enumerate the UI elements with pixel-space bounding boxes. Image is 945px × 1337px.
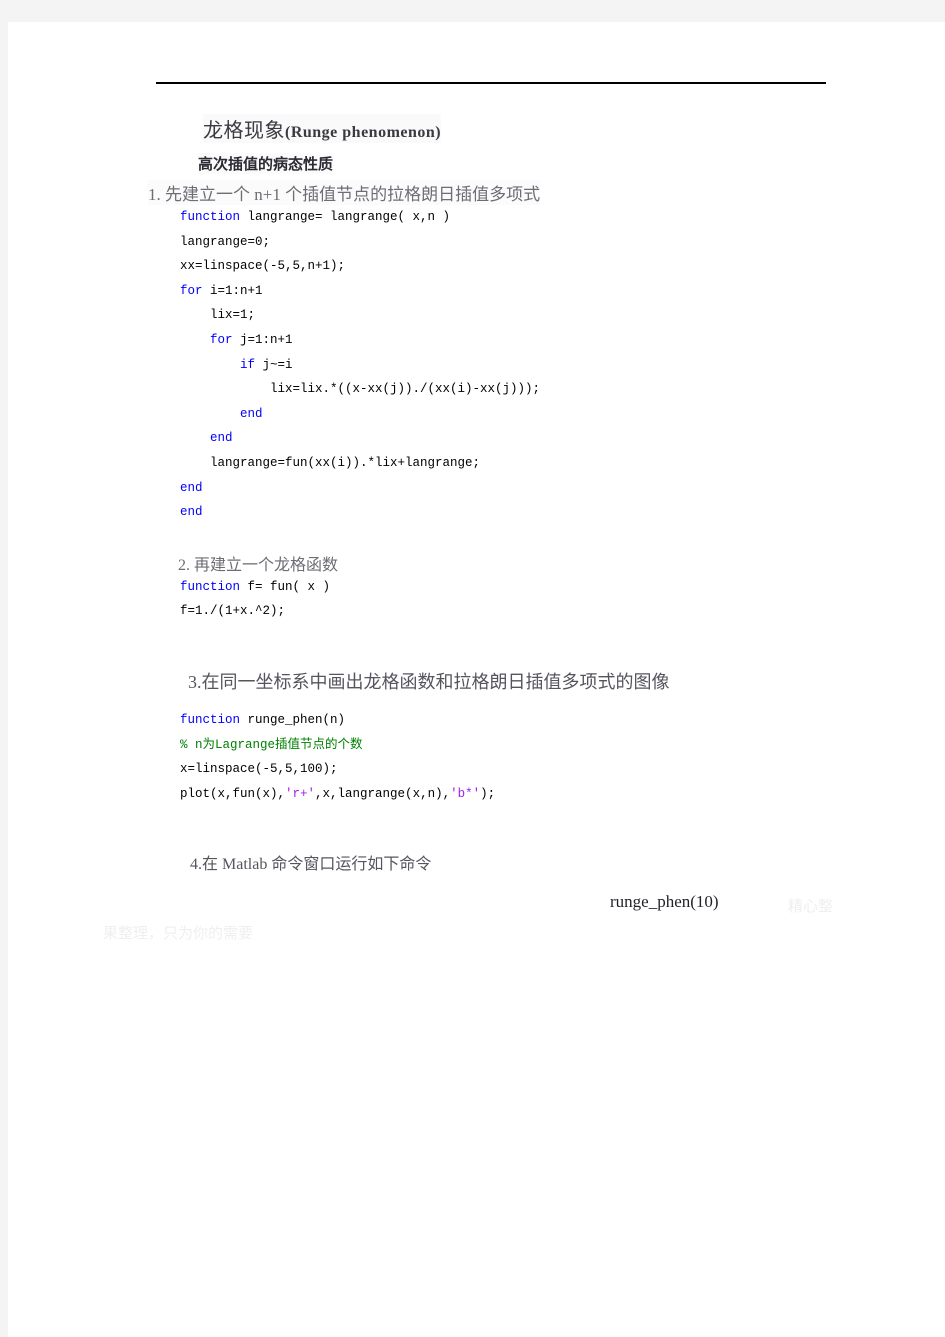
step-heading-2: 2. 再建立一个龙格函数 <box>178 556 339 574</box>
code-block-lagrange: function langrange= langrange( x,n ) lang… <box>180 205 838 525</box>
code-line: if j~=i <box>240 357 293 372</box>
code-line: lix=lix.*((x-xx(j))./(xx(i)-xx(j))); <box>180 382 541 397</box>
code-line: f=1./(1+x.^2); <box>180 604 286 619</box>
code-line: function runge_phen(n) <box>180 712 346 727</box>
code-line: end <box>180 480 203 495</box>
step-heading-3: 3.在同一坐标系中画出龙格函数和拉格朗日插值多项式的图像 <box>188 671 670 692</box>
code-line: xx=linspace(-5,5,n+1); <box>180 259 346 274</box>
watermark-bottom: 果整理，只为你的需要 <box>103 925 254 943</box>
document-content: 龙格现象(Runge phenomenon) 高次插值的病态性质 1. 先建立一… <box>103 82 838 942</box>
code-block-runge-fun: function f= fun( x ) f=1./(1+x.^2); <box>180 575 838 624</box>
code-line: langrange=fun(xx(i)).*lix+langrange; <box>180 455 481 470</box>
code-line: x=linspace(-5,5,100); <box>180 762 338 777</box>
subtitle-row: 高次插值的病态性质 <box>148 143 838 174</box>
step-heading-1: 1. 先建立一个 n+1 个插值节点的拉格朗日插值多项式 <box>148 180 541 205</box>
document-page: 龙格现象(Runge phenomenon) 高次插值的病态性质 1. 先建立一… <box>8 22 945 1337</box>
document-title: 龙格现象(Runge phenomenon) <box>203 114 442 143</box>
code-line: % n为Lagrange插值节点的个数 <box>180 737 363 752</box>
code-line: end <box>240 406 263 421</box>
code-line: for i=1:n+1 <box>180 283 263 298</box>
command-row: runge_phen(10) 精心整 果整理，只为你的需要 <box>103 892 838 942</box>
code-line: end <box>180 505 203 520</box>
matlab-command: runge_phen(10) <box>610 892 719 912</box>
document-subtitle: 高次插值的病态性质 <box>198 153 334 174</box>
code-line: lix=1; <box>180 308 256 323</box>
code-line: end <box>210 431 233 446</box>
code-line: function langrange= langrange( x,n ) <box>180 210 451 224</box>
document-title-cn: 龙格现象 <box>203 120 285 142</box>
code-block-plot: function runge_phen(n) % n为Lagrange插值节点的个… <box>180 708 838 806</box>
document-title-latin: (Runge phenomenon) <box>285 124 442 141</box>
code-line: for j=1:n+1 <box>210 332 293 347</box>
page-frame: 龙格现象(Runge phenomenon) 高次插值的病态性质 1. 先建立一… <box>0 0 945 1337</box>
page-title: 龙格现象(Runge phenomenon) <box>148 84 838 143</box>
watermark-right: 精心整 <box>788 898 834 916</box>
code-line: langrange=0; <box>180 234 271 249</box>
step-heading-4: 4.在 Matlab 命令窗口运行如下命令 <box>190 856 432 874</box>
code-line: plot(x,fun(x),'r+',x,langrange(x,n),'b*'… <box>180 786 496 801</box>
code-line: function f= fun( x ) <box>180 579 331 594</box>
